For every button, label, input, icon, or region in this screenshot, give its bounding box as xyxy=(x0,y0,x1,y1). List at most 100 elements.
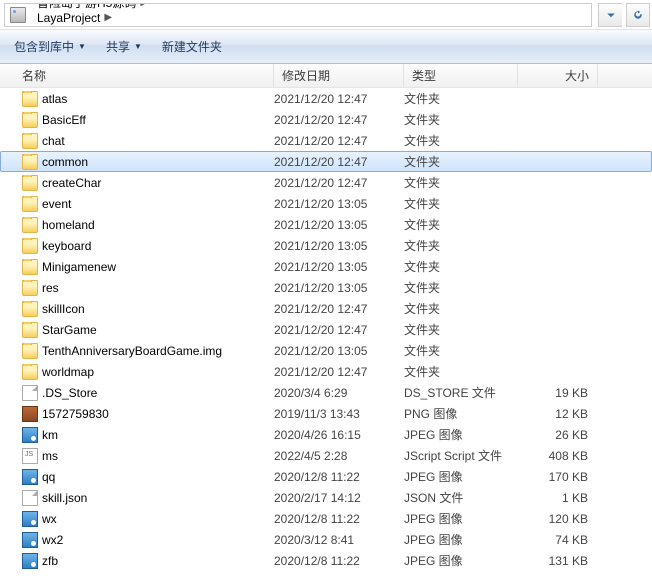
folder-icon xyxy=(22,280,38,296)
list-item[interactable]: StarGame2021/12/20 12:47文件夹 xyxy=(0,319,652,340)
refresh-button[interactable] xyxy=(598,3,622,27)
file-type: 文件夹 xyxy=(404,216,518,233)
list-item[interactable]: ms2022/4/5 2:28JScript Script 文件408 KB xyxy=(0,445,652,466)
file-type: JScript Script 文件 xyxy=(404,447,518,464)
list-item[interactable]: wx22020/3/12 8:41JPEG 图像74 KB xyxy=(0,529,652,550)
file-type: JPEG 图像 xyxy=(404,468,518,485)
list-item[interactable]: chat2021/12/20 12:47文件夹 xyxy=(0,130,652,151)
file-size: 12 KB xyxy=(518,407,588,421)
file-name: skillIcon xyxy=(42,302,85,316)
list-item[interactable]: TenthAnniversaryBoardGame.img 2021/12/20 … xyxy=(0,340,652,361)
file-type: 文件夹 xyxy=(404,321,518,338)
folder-icon xyxy=(22,364,38,380)
file-name: event xyxy=(42,197,71,211)
list-item[interactable]: zfb2020/12/8 11:22JPEG 图像131 KB xyxy=(0,550,652,571)
list-item[interactable]: createChar2021/12/20 12:47文件夹 xyxy=(0,172,652,193)
list-item[interactable]: wx2020/12/8 11:22JPEG 图像120 KB xyxy=(0,508,652,529)
breadcrumb-item[interactable]: LayaProject▶ xyxy=(31,11,150,25)
list-item[interactable]: .DS_Store2020/3/4 6:29DS_STORE 文件19 KB xyxy=(0,382,652,403)
file-type: 文件夹 xyxy=(404,237,518,254)
folder-icon xyxy=(22,133,38,149)
file-name: km xyxy=(42,428,58,442)
organize-button[interactable]: 包含到库中▼ xyxy=(6,35,94,58)
file-size: 19 KB xyxy=(518,386,588,400)
file-type: JPEG 图像 xyxy=(404,552,518,569)
file-name: StarGame xyxy=(42,323,97,337)
file-date: 2022/4/5 2:28 xyxy=(274,449,404,463)
column-header-name[interactable]: 名称 xyxy=(0,64,274,87)
list-item[interactable]: qq2020/12/8 11:22JPEG 图像170 KB xyxy=(0,466,652,487)
file-date: 2020/12/8 11:22 xyxy=(274,512,404,526)
folder-icon xyxy=(22,112,38,128)
chevron-right-icon: ▶ xyxy=(104,12,112,23)
file-size: 1 KB xyxy=(518,491,588,505)
list-item[interactable]: 15727598302019/11/3 13:43PNG 图像12 KB xyxy=(0,403,652,424)
breadcrumb-item[interactable]: bin▶ xyxy=(31,25,150,27)
file-type: 文件夹 xyxy=(404,132,518,149)
file-date: 2021/12/20 13:05 xyxy=(274,344,404,358)
drive-icon xyxy=(9,6,27,24)
toolbar: 包含到库中▼ 共享▼ 新建文件夹 xyxy=(0,30,652,64)
file-name: Minigamenew xyxy=(42,260,116,274)
list-item[interactable]: event2021/12/20 13:05文件夹 xyxy=(0,193,652,214)
column-header-size[interactable]: 大小 xyxy=(518,64,598,87)
file-name: keyboard xyxy=(42,239,91,253)
list-item[interactable]: skill.json2020/2/17 14:12JSON 文件1 KB xyxy=(0,487,652,508)
file-date: 2021/12/20 13:05 xyxy=(274,239,404,253)
png-icon xyxy=(22,406,38,422)
file-type: 文件夹 xyxy=(404,363,518,380)
breadcrumb[interactable]: 文档 (E:)▶冒险岛手游H5源码▶LayaProject▶bin▶res001… xyxy=(4,3,592,27)
chevron-right-icon: ▶ xyxy=(140,3,148,8)
file-name: wx2 xyxy=(42,533,63,547)
jpg-icon xyxy=(22,553,38,569)
list-item[interactable]: Minigamenew 2021/12/20 13:05文件夹 xyxy=(0,256,652,277)
file-date: 2021/12/20 13:05 xyxy=(274,260,404,274)
list-item[interactable]: BasicEff2021/12/20 12:47文件夹 xyxy=(0,109,652,130)
file-type: JPEG 图像 xyxy=(404,426,518,443)
file-date: 2020/3/12 8:41 xyxy=(274,533,404,547)
file-date: 2021/12/20 12:47 xyxy=(274,176,404,190)
new-folder-button[interactable]: 新建文件夹 xyxy=(154,35,230,58)
list-item[interactable]: skillIcon2021/12/20 12:47文件夹 xyxy=(0,298,652,319)
refresh-icon xyxy=(632,9,644,21)
file-type: 文件夹 xyxy=(404,342,518,359)
file-name: BasicEff xyxy=(42,113,86,127)
jpg-icon xyxy=(22,532,38,548)
down-arrow-icon xyxy=(605,9,617,21)
chevron-down-icon: ▼ xyxy=(78,42,86,51)
breadcrumb-item[interactable]: 冒险岛手游H5源码▶ xyxy=(31,3,150,11)
file-list-pane[interactable]: 名称 修改日期 类型 大小 atlas2021/12/20 12:47文件夹Ba… xyxy=(0,64,652,579)
column-header-type[interactable]: 类型 xyxy=(404,64,518,87)
file-type: 文件夹 xyxy=(404,258,518,275)
chevron-down-icon: ▼ xyxy=(134,42,142,51)
jpg-icon xyxy=(22,427,38,443)
list-item[interactable]: homeland2021/12/20 13:05文件夹 xyxy=(0,214,652,235)
file-date: 2021/12/20 12:47 xyxy=(274,365,404,379)
column-header-date[interactable]: 修改日期 xyxy=(274,64,404,87)
file-type: DS_STORE 文件 xyxy=(404,384,518,401)
file-name: zfb xyxy=(42,554,58,568)
file-name: qq xyxy=(42,470,55,484)
file-date: 2021/12/20 12:47 xyxy=(274,92,404,106)
file-name: chat xyxy=(42,134,65,148)
list-item[interactable]: res2021/12/20 13:05文件夹 xyxy=(0,277,652,298)
file-name: TenthAnniversaryBoardGame.img xyxy=(42,344,222,358)
file-name: res xyxy=(42,281,59,295)
refresh-button-2[interactable] xyxy=(626,3,650,27)
list-item[interactable]: keyboard 2021/12/20 13:05文件夹 xyxy=(0,235,652,256)
list-item[interactable]: common2021/12/20 12:47文件夹 xyxy=(0,151,652,172)
file-date: 2020/3/4 6:29 xyxy=(274,386,404,400)
file-date: 2020/12/8 11:22 xyxy=(274,470,404,484)
folder-icon xyxy=(22,175,38,191)
file-type: 文件夹 xyxy=(404,174,518,191)
file-icon xyxy=(22,385,38,401)
share-button[interactable]: 共享▼ xyxy=(98,35,150,58)
list-item[interactable]: worldmap2021/12/20 12:47文件夹 xyxy=(0,361,652,382)
file-date: 2020/2/17 14:12 xyxy=(274,491,404,505)
file-size: 131 KB xyxy=(518,554,588,568)
file-name: ms xyxy=(42,449,58,463)
list-item[interactable]: km2020/4/26 16:15JPEG 图像26 KB xyxy=(0,424,652,445)
file-date: 2021/12/20 12:47 xyxy=(274,155,404,169)
file-date: 2020/4/26 16:15 xyxy=(274,428,404,442)
list-item[interactable]: atlas2021/12/20 12:47文件夹 xyxy=(0,88,652,109)
